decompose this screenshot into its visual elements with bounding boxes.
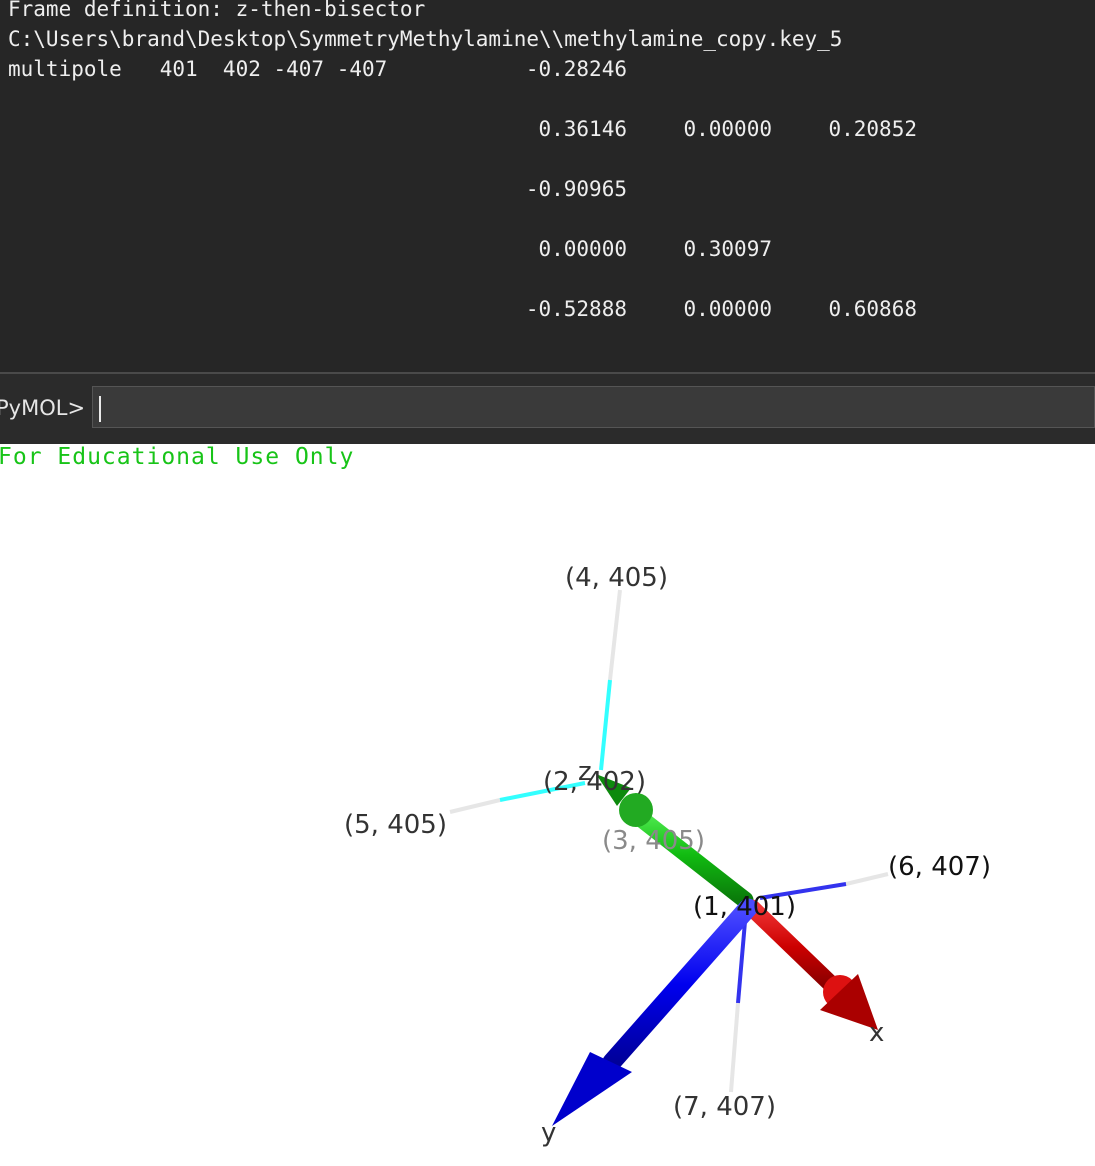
multipole-value: -0.52888 xyxy=(525,297,627,321)
molecule-viewport[interactable]: For Educational Use Only (4, 405) (5, 40… xyxy=(0,444,1095,1166)
atom-label-6: (6, 407) xyxy=(888,852,991,882)
multipole-value: 0.00000 xyxy=(538,237,627,261)
y-axis-label: y xyxy=(541,1118,556,1148)
x-axis-arrow xyxy=(743,899,878,1030)
z-axis-label: z xyxy=(578,757,592,787)
multipole-value: 0.00000 xyxy=(683,297,772,321)
atom-label-2: (2, 402) xyxy=(543,767,646,797)
atom-label-7: (7, 407) xyxy=(673,1092,776,1122)
atom-label-4: (4, 405) xyxy=(565,563,668,593)
atom-labels: (4, 405) (5, 405) (2, 402) (3, 405) (6, … xyxy=(344,563,991,1122)
atom-label-5: (5, 405) xyxy=(344,810,447,840)
bond-n-h6-outer xyxy=(845,872,889,886)
multipole-line-text: multipole 401 402 -407 -407 xyxy=(8,57,388,81)
frame-definition-text: Frame definition: z-then-bisector xyxy=(8,0,426,21)
bond-n-h7-outer xyxy=(729,1002,740,1093)
molecule-scene[interactable]: (4, 405) (5, 405) (2, 402) (3, 405) (6, … xyxy=(0,444,1095,1166)
multipole-value: -0.28246 xyxy=(525,57,627,81)
command-bar: PyMOL> xyxy=(0,374,1095,444)
output-console: Frame definition: z-then-bisector C:\Use… xyxy=(0,0,1095,372)
file-path-text: C:\Users\brand\Desktop\SymmetryMethylami… xyxy=(8,27,843,51)
atom-label-1: (1, 401) xyxy=(693,892,796,922)
multipole-value: 0.20852 xyxy=(828,117,917,141)
multipole-value: -0.90965 xyxy=(525,177,627,201)
x-axis-label: x xyxy=(869,1018,884,1048)
multipole-value: 0.36146 xyxy=(538,117,627,141)
command-prompt: PyMOL> xyxy=(0,396,86,420)
multipole-value: 0.00000 xyxy=(683,117,772,141)
atom-label-3: (3, 405) xyxy=(602,826,705,856)
text-caret xyxy=(99,396,101,422)
multipole-value: 0.60868 xyxy=(828,297,917,321)
multipole-value: 0.30097 xyxy=(683,237,772,261)
bond-c-h5-outer xyxy=(449,798,501,814)
bond-c-h4-inner xyxy=(599,679,612,771)
bond-c-h4-outer xyxy=(608,589,622,681)
command-input[interactable] xyxy=(92,386,1095,428)
